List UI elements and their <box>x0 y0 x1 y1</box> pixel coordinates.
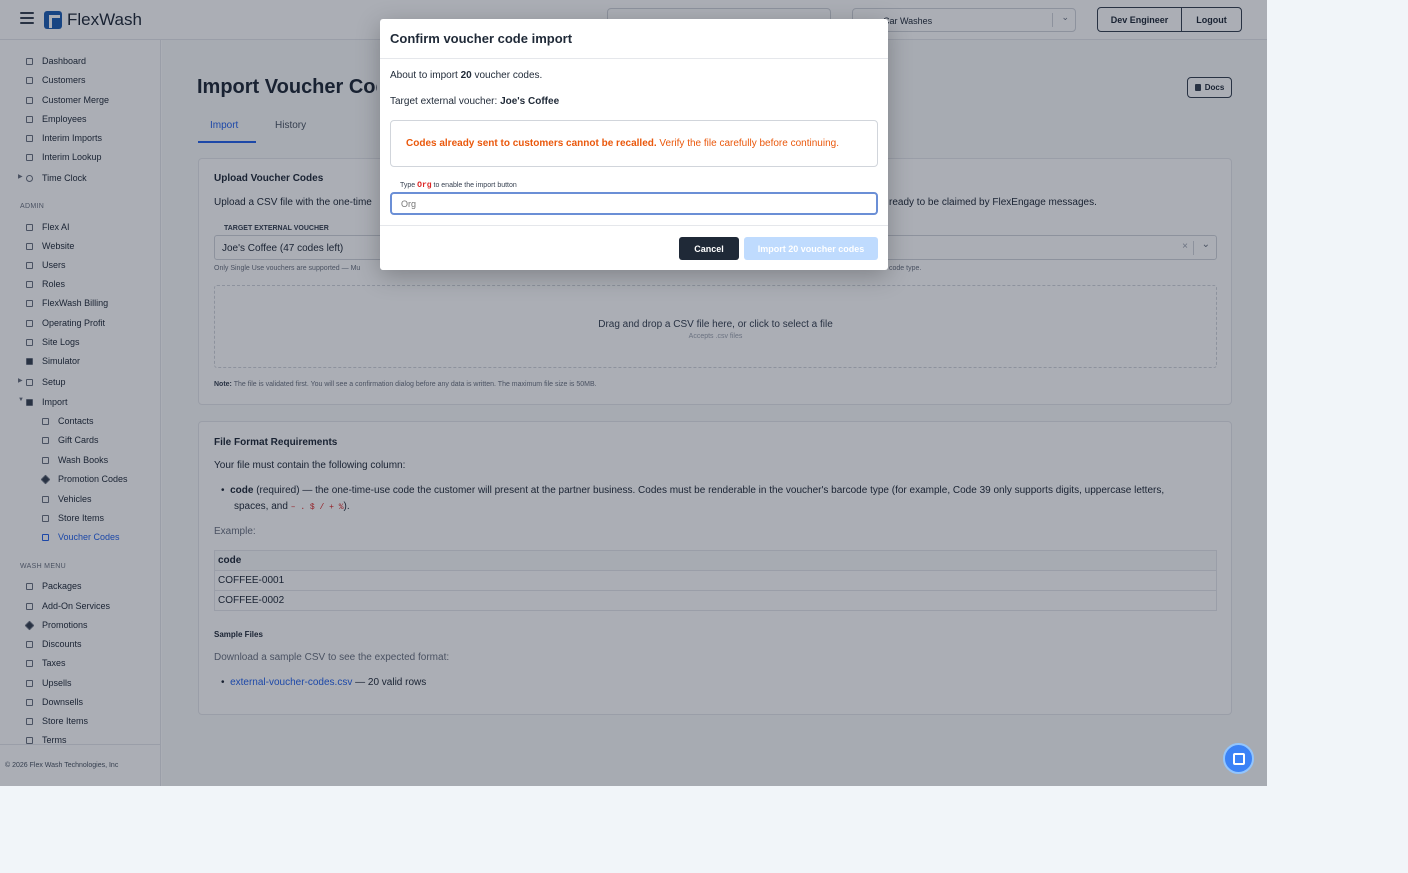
dialog-header-divider <box>380 58 888 59</box>
assistant-fab[interactable] <box>1223 743 1254 774</box>
target-voucher-text: Target external voucher: Joe's Coffee <box>390 96 560 107</box>
confirm-text-input[interactable] <box>390 192 878 215</box>
dialog-footer-divider <box>380 225 888 226</box>
cancel-button[interactable]: Cancel <box>679 237 739 260</box>
confirm-input-label: Type Org to enable the import button <box>400 181 517 190</box>
app-window: FlexWash Car Washes ⌄ Dev Engineer Logou… <box>0 0 1267 786</box>
warning-alert: Codes already sent to customers cannot b… <box>390 120 878 167</box>
assistant-icon <box>1232 752 1245 765</box>
confirm-import-dialog: Confirm voucher code import About to imp… <box>380 19 888 270</box>
dialog-title: Confirm voucher code import <box>390 31 573 46</box>
import-confirm-button[interactable]: Import 20 voucher codes <box>744 237 878 260</box>
import-count-text: About to import 20 voucher codes. <box>390 70 543 81</box>
